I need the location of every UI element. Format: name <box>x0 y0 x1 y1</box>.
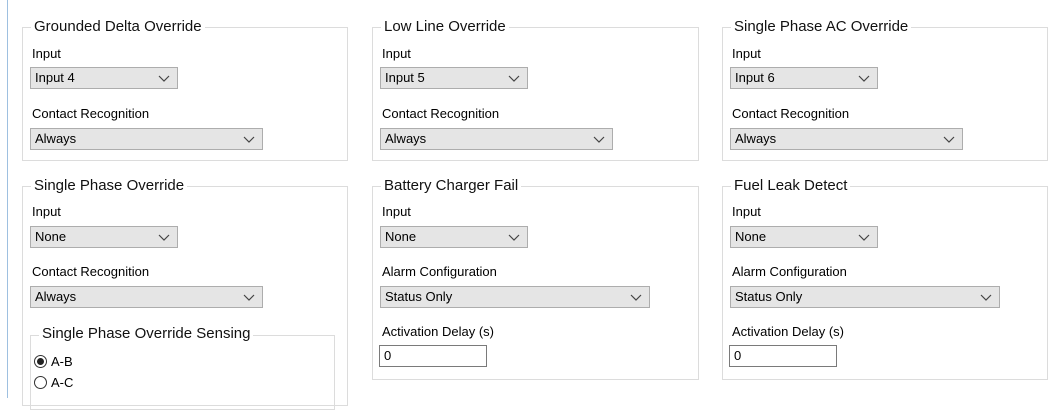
alarm-configuration-dropdown[interactable]: Status Only <box>380 286 650 308</box>
contact-recognition-dropdown[interactable]: Always <box>30 286 263 308</box>
chevron-down-icon <box>858 234 870 241</box>
chevron-down-icon <box>943 136 955 143</box>
activation-delay-label: Activation Delay (s) <box>382 324 494 339</box>
input-value: Input 4 <box>35 70 75 85</box>
chevron-down-icon <box>158 234 170 241</box>
alarm-configuration-value: Status Only <box>385 289 453 304</box>
input-value: None <box>385 229 417 244</box>
radio-selected-icon <box>37 358 44 365</box>
alarm-configuration-dropdown[interactable]: Status Only <box>730 286 1000 308</box>
group-title: Fuel Leak Detect <box>731 177 851 195</box>
activation-delay-input[interactable]: 0 <box>729 345 837 367</box>
input-label: Input <box>32 204 61 219</box>
radio-a-b[interactable] <box>34 355 47 368</box>
single-phase-override-sensing-group: Single Phase Override Sensing <box>30 325 335 410</box>
chevron-down-icon <box>243 136 255 143</box>
window-left-border <box>7 0 8 398</box>
input-value: None <box>735 229 767 244</box>
group-title: Battery Charger Fail <box>381 177 522 195</box>
input-label: Input <box>732 46 761 61</box>
alarm-configuration-label: Alarm Configuration <box>382 264 497 279</box>
contact-recognition-dropdown[interactable]: Always <box>30 128 263 150</box>
input-dropdown[interactable]: Input 6 <box>730 67 878 89</box>
input-label: Input <box>32 46 61 61</box>
activation-delay-input[interactable]: 0 <box>379 345 487 367</box>
group-title: Low Line Override <box>381 18 509 36</box>
input-label: Input <box>382 46 411 61</box>
input-value: Input 6 <box>735 70 775 85</box>
alarm-configuration-value: Status Only <box>735 289 803 304</box>
input-value: Input 5 <box>385 70 425 85</box>
input-dropdown[interactable]: None <box>730 226 878 248</box>
input-label: Input <box>382 204 411 219</box>
contact-recognition-label: Contact Recognition <box>732 106 850 121</box>
input-label: Input <box>732 204 761 219</box>
group-title: Single Phase Override <box>31 177 188 195</box>
input-dropdown[interactable]: None <box>380 226 528 248</box>
radio-a-c[interactable] <box>34 376 47 389</box>
radio-a-b-label[interactable]: A-B <box>51 354 73 370</box>
activation-delay-label: Activation Delay (s) <box>732 324 844 339</box>
alarm-configuration-label: Alarm Configuration <box>732 264 847 279</box>
contact-recognition-value: Always <box>35 131 77 146</box>
contact-recognition-dropdown[interactable]: Always <box>730 128 963 150</box>
input-value: None <box>35 229 67 244</box>
contact-recognition-label: Contact Recognition <box>32 106 150 121</box>
group-title: Single Phase AC Override <box>731 18 912 36</box>
input-dropdown[interactable]: Input 4 <box>30 67 178 89</box>
contact-recognition-value: Always <box>385 131 427 146</box>
chevron-down-icon <box>508 75 520 82</box>
chevron-down-icon <box>980 294 992 301</box>
group-title: Grounded Delta Override <box>31 18 205 36</box>
chevron-down-icon <box>593 136 605 143</box>
chevron-down-icon <box>858 75 870 82</box>
contact-recognition-dropdown[interactable]: Always <box>380 128 613 150</box>
chevron-down-icon <box>243 294 255 301</box>
chevron-down-icon <box>158 75 170 82</box>
input-dropdown[interactable]: None <box>30 226 178 248</box>
group-title: Single Phase Override Sensing <box>39 325 254 343</box>
contact-recognition-value: Always <box>35 289 77 304</box>
contact-recognition-value: Always <box>735 131 777 146</box>
radio-a-c-label[interactable]: A-C <box>51 375 73 391</box>
chevron-down-icon <box>508 234 520 241</box>
contact-recognition-label: Contact Recognition <box>382 106 500 121</box>
contact-recognition-label: Contact Recognition <box>32 264 150 279</box>
chevron-down-icon <box>630 294 642 301</box>
input-dropdown[interactable]: Input 5 <box>380 67 528 89</box>
